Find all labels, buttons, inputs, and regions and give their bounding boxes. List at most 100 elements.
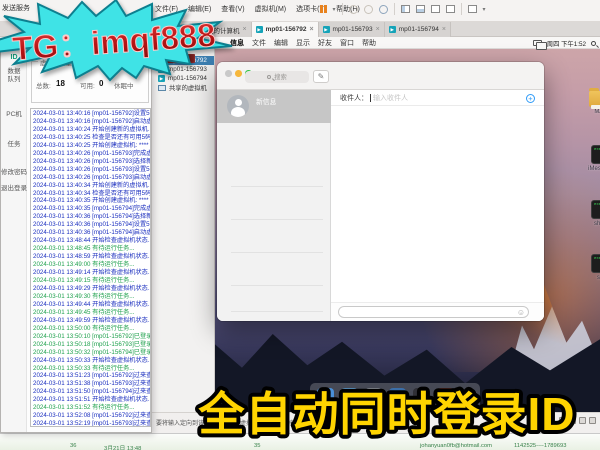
library-item-label: mp01-156794 — [168, 75, 207, 82]
tab-close-icon[interactable]: × — [309, 26, 313, 33]
tab-close-icon[interactable]: × — [243, 26, 247, 33]
harddisk-status-icon[interactable] — [559, 417, 566, 424]
dock-icon[interactable] — [365, 388, 382, 405]
spotlight-icon[interactable] — [591, 41, 596, 46]
vmware-tab-bar: 我的计算机×▶mp01-156792×▶mp01-156793×▶mp01-15… — [0, 22, 600, 37]
total-value: 18 — [56, 79, 65, 88]
log-line: 2024-03-01 13:52:19 [mp01-156793]过来查询数据 — [33, 420, 150, 427]
emoji-icon[interactable]: ☺ — [517, 308, 525, 317]
dock-icon[interactable] — [437, 388, 454, 405]
mac-menu-item[interactable]: 文件 — [252, 38, 266, 48]
macos-dock[interactable] — [310, 383, 480, 409]
messages-titlebar[interactable]: 搜索 ✎ — [217, 62, 544, 90]
avail-value: 0 — [99, 79, 103, 88]
exec-badge: exec — [594, 257, 600, 261]
dock-icon[interactable] — [413, 388, 430, 405]
mac-menu-app[interactable]: 信息 — [230, 38, 244, 48]
sidebar-item[interactable]: 数据队列 — [5, 68, 23, 84]
snapshot-manager-icon[interactable] — [379, 5, 388, 14]
stats-title: 虚拟机数量统计 — [38, 58, 86, 67]
sidebar-item[interactable]: ID — [1, 54, 27, 62]
displays-status-icon[interactable] — [533, 40, 542, 46]
desktop-icon[interactable]: exec iMessage — [581, 145, 600, 172]
vm-tab[interactable]: ▶mp01-156794× — [385, 22, 451, 37]
revert-snapshot-icon[interactable] — [349, 5, 358, 14]
vm-tab[interactable]: ▶mp01-156792× — [252, 22, 319, 37]
sidebar-item[interactable]: 任务 — [1, 141, 27, 149]
log-line: 2024-03-01 13:49:30 有待运行任务... — [33, 293, 150, 301]
unity-mode-icon[interactable] — [468, 5, 477, 13]
compose-button[interactable]: ✎ — [313, 70, 329, 83]
sidebar-item[interactable]: 退出登录 — [1, 185, 27, 193]
show-library-icon[interactable] — [401, 5, 410, 13]
sidebar-item[interactable]: PC机 — [1, 111, 27, 119]
library-item[interactable]: ▶mp01-156794 — [150, 74, 214, 83]
tab-label: 我的计算机 — [207, 25, 240, 35]
mac-menu-item[interactable]: 编辑 — [274, 38, 288, 48]
script-icon: exec — [591, 145, 600, 164]
fullscreen-icon[interactable] — [446, 5, 455, 13]
avail-label: 可用: — [80, 80, 95, 90]
log-line: 2024-03-01 13:49:45 有待运行任务... — [33, 309, 150, 317]
dock-icon[interactable] — [341, 388, 358, 405]
vmware-menubar: 文件(F)编辑(E)查看(V)虚拟机(M)选项卡(T)帮助(H) ▾ ▾ — [0, 0, 600, 22]
desktop-icon[interactable]: MAC — [581, 91, 600, 115]
monitor-tab-icon — [196, 27, 204, 33]
show-thumbnail-bar-icon[interactable] — [416, 5, 425, 13]
message-input[interactable]: ☺ — [338, 306, 529, 318]
tab-label: mp01-156792 — [266, 26, 307, 33]
log-line: 2024-03-01 13:49:00 有待运行任务... — [33, 261, 150, 269]
network-status-icon[interactable] — [579, 417, 586, 424]
exec-badge: exec — [594, 203, 600, 207]
tab-close-icon[interactable]: × — [376, 26, 380, 33]
vmware-status-hint: 要将输入定向到该虚拟机，请在虚拟机内部单击或按 Ctrl+G。 — [156, 418, 506, 427]
vm-tab[interactable]: 我的计算机× — [192, 22, 252, 37]
log-list[interactable]: 2024-03-01 13:40:16 [mp01-156792]设置5码:20… — [30, 108, 151, 427]
vmware-menu-item[interactable]: 文件(F) — [155, 4, 178, 14]
desktop-icon-label: sto — [581, 275, 600, 281]
close-traffic-light[interactable] — [225, 70, 232, 77]
vm-tab[interactable]: ▶mp01-156793× — [319, 22, 385, 37]
conversation-list: 新信息 — [217, 90, 331, 321]
library-item[interactable]: ▶mp01-156793 — [150, 65, 214, 74]
to-field[interactable]: 收件人： 输入收件人 + — [331, 90, 544, 106]
log-line: 2024-03-01 13:50:33 开始检查虚拟机状态... — [33, 357, 150, 365]
desktop-icon-label: iMessage — [581, 166, 600, 172]
to-placeholder: 输入收件人 — [373, 93, 408, 103]
table-cell: 36 — [70, 443, 76, 449]
vm-stats-groupbox: 虚拟机数量统计 总数: 18 可用: 0 休眠中 — [31, 61, 149, 103]
add-contact-icon[interactable]: + — [526, 94, 535, 103]
pause-dropdown-icon[interactable]: ▾ — [333, 6, 336, 13]
mac-menu-item[interactable]: 帮助 — [362, 38, 376, 48]
pause-vm-button[interactable] — [320, 5, 327, 13]
vmware-menu-item[interactable]: 虚拟机(M) — [255, 4, 287, 14]
mac-menu-item[interactable]: 好友 — [318, 38, 332, 48]
toolbar-dropdown-icon[interactable]: ▾ — [483, 6, 486, 13]
desktop-icon[interactable]: exec sto — [581, 254, 600, 281]
total-label: 总数: — [36, 80, 51, 90]
background-window-title: 发送服务 — [2, 3, 30, 13]
avatar — [227, 95, 249, 117]
cdrom-status-icon[interactable] — [569, 417, 576, 424]
sidebar-item[interactable]: 修改密码 — [1, 169, 27, 177]
messages-window: 搜索 ✎ 新信息 收件人： 输入收件人 + ☺ — [217, 62, 544, 321]
vm-icon: ▶ — [158, 66, 165, 73]
dock-icon[interactable] — [317, 388, 334, 405]
console-view-icon[interactable] — [431, 5, 440, 13]
log-line: 2024-03-01 13:49:44 开始检查虚拟机状态... — [33, 301, 150, 309]
vmware-menu-item[interactable]: 查看(V) — [221, 4, 244, 14]
search-input[interactable]: 搜索 — [245, 71, 309, 83]
mac-menu-item[interactable]: 显示 — [296, 38, 310, 48]
library-item[interactable]: 共享的虚拟机 — [150, 83, 214, 92]
mac-menubar-status: 周四 下午1:52 — [533, 39, 596, 48]
take-snapshot-icon[interactable] — [364, 5, 373, 14]
dock-icon[interactable] — [389, 388, 406, 405]
table-cell: johanyuan0fb@hotmail.com — [420, 443, 492, 449]
minimize-traffic-light[interactable] — [235, 70, 242, 77]
tab-close-icon[interactable]: × — [442, 26, 446, 33]
usb-status-icon[interactable] — [589, 417, 596, 424]
conversation-item[interactable]: 新信息 — [217, 90, 331, 123]
vmware-menu-item[interactable]: 编辑(E) — [188, 4, 211, 14]
mac-menu-item[interactable]: 窗口 — [340, 38, 354, 48]
desktop-icon[interactable]: execshow — [581, 200, 600, 227]
